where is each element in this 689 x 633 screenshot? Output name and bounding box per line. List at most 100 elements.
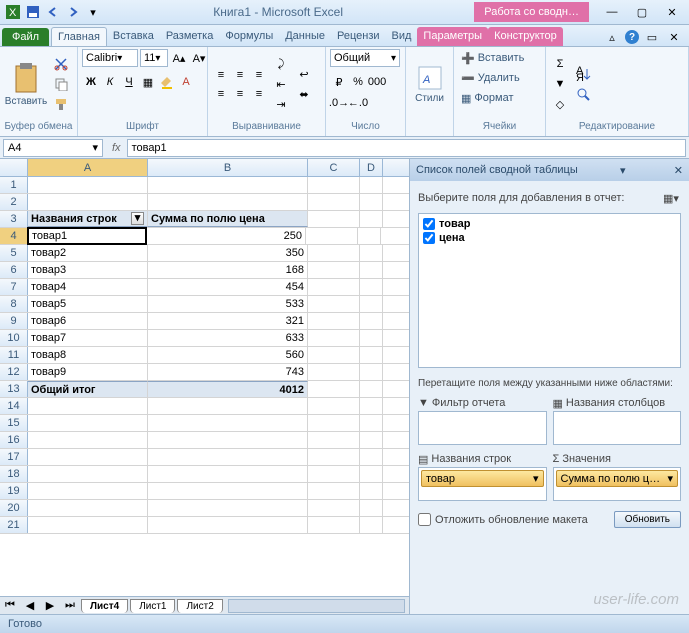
border-icon[interactable]: ▦ [139,73,157,91]
cell[interactable] [148,194,308,210]
cell[interactable] [308,245,360,261]
cell[interactable]: 250 [146,228,306,244]
cell[interactable]: товар4 [28,279,148,295]
minimize-ribbon-icon[interactable]: ▵ [603,28,621,46]
fill-icon[interactable]: ▼ [550,75,570,93]
font-size-combo[interactable]: 11▾ [140,49,168,67]
cell[interactable] [308,415,360,431]
comma-icon[interactable]: 000 [368,73,386,91]
cell[interactable]: 633 [148,330,308,346]
grow-font-icon[interactable]: A▴ [170,49,188,67]
excel-icon[interactable]: X [4,3,22,21]
cell[interactable]: Сумма по полю цена [148,211,308,227]
cell[interactable] [360,517,383,533]
row-header[interactable]: 10 [0,330,28,346]
cell[interactable] [360,432,383,448]
sheet-tab[interactable]: Лист4 [81,599,128,613]
field-list[interactable]: товарцена [418,213,681,368]
defer-layout-checkbox[interactable]: Отложить обновление макета [418,513,588,526]
values-area[interactable]: Сумма по полю ц…▾ [553,467,682,501]
sheet-tab[interactable]: Лист2 [177,599,222,613]
row-header[interactable]: 4 [0,228,28,244]
update-button[interactable]: Обновить [614,511,681,528]
align-right-icon[interactable]: ≡ [250,85,268,103]
cell[interactable] [308,347,360,363]
ribbon-tab-формулы[interactable]: Формулы [219,27,279,46]
increase-indent-icon[interactable]: ⇥ [271,95,291,113]
cell[interactable] [148,432,308,448]
cell[interactable]: 560 [148,347,308,363]
row-header[interactable]: 3 [0,211,28,227]
cell[interactable] [28,398,148,414]
cell[interactable]: товар5 [28,296,148,312]
tab-scroll-first-icon[interactable]: ⏮ [0,597,20,615]
cell[interactable] [360,262,383,278]
row-header[interactable]: 18 [0,466,28,482]
ribbon-tab-конструктор[interactable]: Конструктор [488,27,563,46]
row-field-pill[interactable]: товар▾ [421,470,544,487]
cell[interactable] [360,194,383,210]
row-header[interactable]: 20 [0,500,28,516]
cell[interactable] [360,177,383,193]
cell[interactable]: Общий итог [28,381,148,397]
currency-icon[interactable]: ₽ [330,73,348,91]
cut-icon[interactable] [51,55,71,73]
close-button[interactable]: ✕ [659,3,685,21]
cell[interactable] [308,500,360,516]
row-header[interactable]: 6 [0,262,28,278]
rows-area[interactable]: товар▾ [418,467,547,501]
column-header[interactable]: B [148,159,308,176]
sort-filter-icon[interactable]: АЯ [573,65,593,83]
cell[interactable] [148,466,308,482]
formula-input[interactable]: товар1 [127,139,686,157]
tab-scroll-next-icon[interactable]: ▶ [40,597,60,615]
cell[interactable]: товар7 [28,330,148,346]
ribbon-tab-вставка[interactable]: Вставка [107,27,160,46]
filter-area[interactable] [418,411,547,445]
save-icon[interactable] [24,3,42,21]
cell[interactable] [308,194,360,210]
cell[interactable] [308,517,360,533]
fx-icon[interactable]: fx [106,142,127,154]
column-header[interactable]: A [28,159,148,176]
paste-button[interactable]: Вставить [4,53,48,115]
window-restore-icon[interactable]: ▭ [643,28,661,46]
cell[interactable] [360,466,383,482]
cell[interactable] [308,432,360,448]
cell[interactable] [358,228,381,244]
align-bottom-icon[interactable]: ≡ [250,66,268,84]
cell[interactable] [360,245,383,261]
row-header[interactable]: 21 [0,517,28,533]
row-header[interactable]: 12 [0,364,28,380]
row-header[interactable]: 1 [0,177,28,193]
cell[interactable] [308,364,360,380]
copy-icon[interactable] [51,75,71,93]
cell[interactable]: Названия строк▾ [28,211,148,227]
cell[interactable] [148,517,308,533]
cell[interactable] [360,330,383,346]
cell[interactable] [28,483,148,499]
insert-cells-button[interactable]: ➕Вставить [458,49,527,67]
ribbon-tab-главная[interactable]: Главная [51,27,107,46]
row-header[interactable]: 14 [0,398,28,414]
cell[interactable]: 533 [148,296,308,312]
cell[interactable] [360,313,383,329]
wrap-text-icon[interactable]: ↩ [294,65,314,83]
fill-color-icon[interactable] [158,73,176,91]
redo-icon[interactable] [64,3,82,21]
ribbon-tab-параметры[interactable]: Параметры [417,27,488,46]
cell[interactable] [360,296,383,312]
cell[interactable] [148,500,308,516]
cell[interactable]: 168 [148,262,308,278]
filter-dropdown-icon[interactable]: ▾ [131,212,144,225]
row-header[interactable]: 7 [0,279,28,295]
sheet-tab[interactable]: Лист1 [130,599,175,613]
cell[interactable] [360,398,383,414]
cell[interactable]: товар2 [28,245,148,261]
row-header[interactable]: 19 [0,483,28,499]
pivot-field[interactable]: цена [422,231,677,245]
pane-dropdown-icon[interactable]: ▾ [620,164,626,177]
align-left-icon[interactable]: ≡ [212,85,230,103]
cell[interactable]: 350 [148,245,308,261]
value-field-pill[interactable]: Сумма по полю ц…▾ [556,470,679,487]
